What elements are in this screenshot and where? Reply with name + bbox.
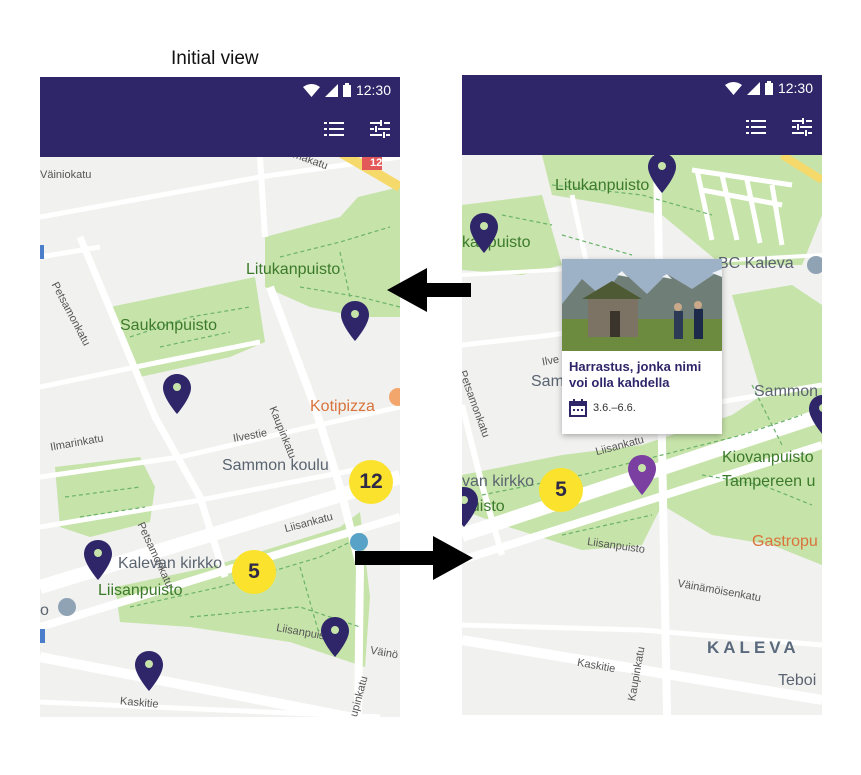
signal-icon [324, 83, 338, 97]
wifi-icon [724, 81, 742, 95]
cluster-marker[interactable]: 12 [349, 460, 393, 504]
street-label-vainiokatu: Väiniokatu [40, 169, 92, 181]
arrow-left-icon [387, 268, 471, 312]
park-label-kiovanpuisto: Kiovanpuisto [722, 449, 814, 466]
selected-event-pin[interactable] [628, 455, 656, 495]
event-pin[interactable] [470, 213, 498, 253]
list-view-button[interactable] [744, 115, 768, 139]
edge-label-o: o [40, 602, 49, 619]
phone-selected-view: 12:30 Litukanpuisto kanpuisto BC Kaleva … [462, 75, 822, 715]
wifi-icon [302, 83, 320, 97]
event-popup-card[interactable]: Harrastus, jonka nimi voi olla kahdella … [562, 259, 722, 434]
list-icon [746, 120, 766, 134]
filter-button[interactable] [368, 117, 392, 141]
status-time: 12:30 [777, 80, 813, 96]
park-label-litukanpuisto: Litukanpuisto [555, 177, 650, 194]
signal-icon [746, 81, 760, 95]
poi-label-sam: Sam [531, 373, 564, 390]
status-bar: 12:30 [302, 81, 391, 99]
map-view[interactable]: Litukanpuisto kanpuisto BC Kaleva Petsam… [462, 153, 822, 715]
app-bar: 12:30 [40, 77, 400, 157]
park-label-liisanpuisto: Liisanpuisto [98, 582, 183, 599]
event-pin[interactable] [809, 395, 822, 435]
tune-icon [792, 118, 812, 136]
battery-icon [764, 81, 773, 95]
status-time: 12:30 [355, 82, 391, 98]
cluster-marker[interactable]: 5 [232, 550, 276, 594]
poi-label-bc-kaleva: BC Kaleva [718, 255, 794, 272]
event-pin[interactable] [84, 540, 112, 580]
arrow-right-icon [355, 536, 473, 580]
park-label-litukanpuisto: Litukanpuisto [246, 261, 341, 278]
event-photo [562, 259, 722, 351]
cluster-marker[interactable]: 5 [539, 468, 583, 512]
poi-label-kalevan-kirkko: Kalevan kirkko [118, 555, 223, 572]
status-bar: 12:30 [724, 79, 813, 97]
app-bar: 12:30 [462, 75, 822, 155]
poi-label-gastropub: Gastropu [752, 533, 818, 550]
event-pin[interactable] [462, 487, 478, 527]
poi-label-sammon-koulu: Sammon koulu [222, 457, 329, 474]
calendar-icon [569, 399, 587, 417]
event-date-row: 3.6.–6.6. [569, 399, 722, 417]
battery-icon [342, 83, 351, 97]
event-pin[interactable] [163, 374, 191, 414]
poi-label-teboil: Teboi [778, 672, 817, 689]
map-view[interactable]: Omakatu 12 Väiniokatu Petsamonkatu Petsa… [40, 146, 400, 717]
event-pin[interactable] [321, 617, 349, 657]
list-view-button[interactable] [322, 117, 346, 141]
list-icon [324, 122, 344, 136]
caption-initial-view: Initial view [171, 48, 259, 69]
park-label-saukonpuisto: Saukonpuisto [120, 317, 217, 334]
poi-label-kotipizza: Kotipizza [310, 398, 375, 415]
road-number-badge: 12 [370, 157, 383, 169]
event-title: Harrastus, jonka nimi voi olla kahdella [569, 359, 702, 390]
event-pin[interactable] [648, 153, 676, 193]
event-pin[interactable] [135, 651, 163, 691]
filter-button[interactable] [790, 115, 814, 139]
district-label-kaleva: KALEVA [707, 638, 800, 657]
event-pin[interactable] [341, 301, 369, 341]
park-label-tampereen: Tampereen u [722, 473, 816, 490]
event-date: 3.6.–6.6. [593, 402, 636, 414]
phone-initial-view: 12:30 Omakatu 12 Väiniokatu Petsamonkatu… [40, 77, 400, 717]
tune-icon [370, 120, 390, 138]
